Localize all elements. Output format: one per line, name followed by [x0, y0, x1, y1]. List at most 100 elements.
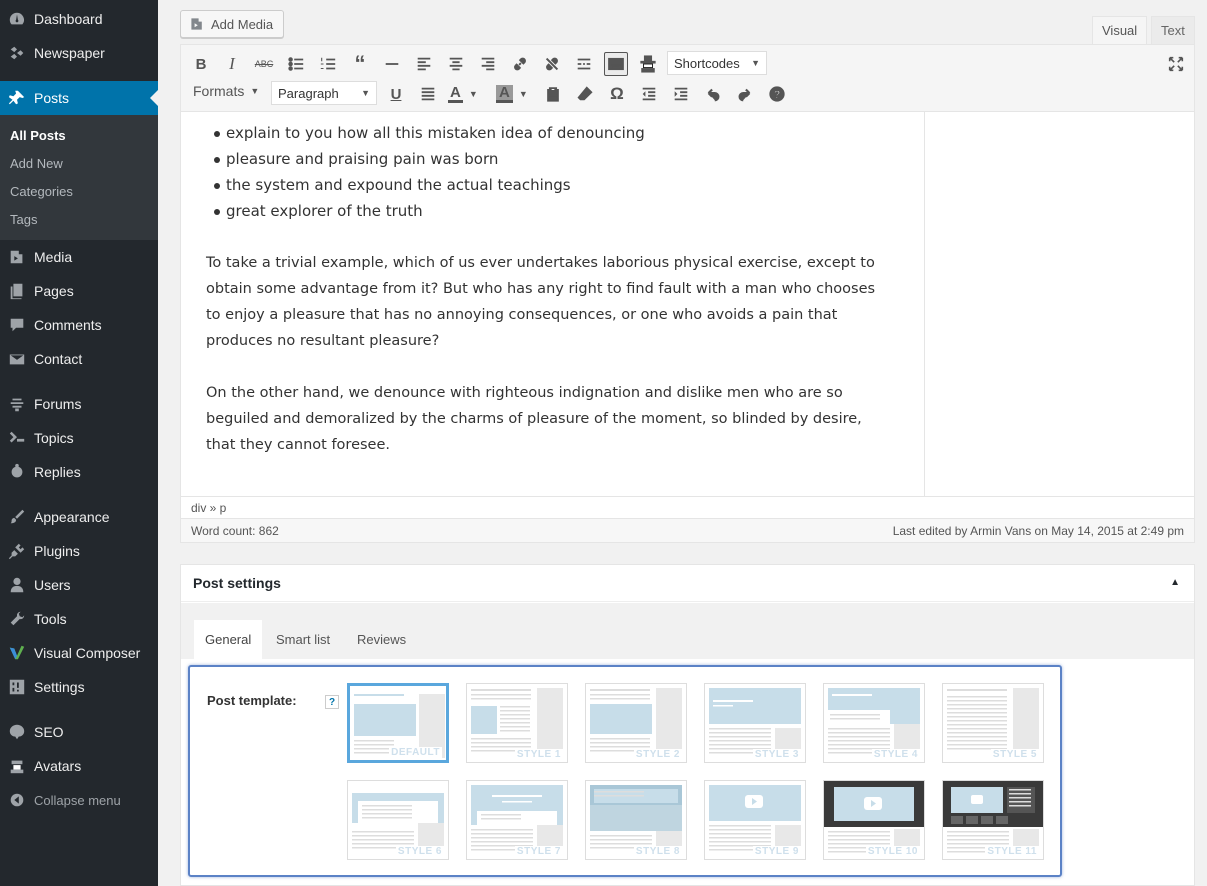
template-option-style-8[interactable]: STYLE 8 — [585, 780, 687, 860]
help-icon[interactable]: ? — [765, 82, 789, 106]
tab-reviews[interactable]: Reviews — [346, 620, 417, 659]
menu-plugins[interactable]: Plugins — [0, 534, 158, 568]
menu-users[interactable]: Users — [0, 568, 158, 602]
italic-button[interactable]: I — [220, 52, 244, 76]
menu-visual-composer[interactable]: Visual Composer — [0, 636, 158, 670]
menu-pages[interactable]: Pages — [0, 274, 158, 308]
template-label: STYLE 3 — [752, 749, 801, 760]
menu-label: Users — [34, 577, 71, 593]
tab-visual[interactable]: Visual — [1092, 16, 1148, 44]
template-label: STYLE 2 — [633, 749, 682, 760]
forums-icon — [0, 395, 34, 413]
template-option-style-9[interactable]: STYLE 9 — [704, 780, 806, 860]
menu-label: Contact — [34, 351, 83, 367]
template-option-style-6[interactable]: STYLE 6 — [347, 780, 449, 860]
template-option-default[interactable]: DEFAULT — [347, 683, 449, 763]
pages-icon — [0, 282, 34, 300]
menu-label: Settings — [34, 679, 85, 695]
menu-topics[interactable]: Topics — [0, 421, 158, 455]
post-settings-title: Post settings — [193, 575, 281, 591]
toolbar-toggle-button[interactable] — [604, 52, 628, 76]
menu-label: Plugins — [34, 543, 80, 559]
blockquote-button[interactable]: “ — [348, 51, 372, 76]
menu-settings[interactable]: Settings — [0, 670, 158, 704]
text-color-button[interactable]: A ▼ — [448, 82, 484, 106]
text-line: produces no resultant pleasure? — [206, 333, 440, 349]
editor-status-bar: Word count: 862 Last edited by Armin Van… — [180, 519, 1195, 543]
underline-button[interactable]: U — [384, 82, 408, 106]
undo-button[interactable] — [701, 82, 725, 106]
text-line: On the other hand, we denounce with righ… — [206, 385, 843, 401]
template-option-style-2[interactable]: STYLE 2 — [585, 683, 687, 763]
align-left-button[interactable] — [412, 52, 436, 76]
tab-text[interactable]: Text — [1151, 16, 1195, 44]
template-option-style-10[interactable]: STYLE 10 — [823, 780, 925, 860]
menu-media[interactable]: Media — [0, 240, 158, 274]
template-option-style-7[interactable]: STYLE 7 — [466, 780, 568, 860]
shortcodes-dropdown[interactable]: Shortcodes ▼ — [667, 51, 767, 75]
menu-forums[interactable]: Forums — [0, 387, 158, 421]
bullet-list-button[interactable] — [284, 52, 308, 76]
formats-menu-button[interactable]: Formats ▼ — [193, 83, 259, 99]
bold-button[interactable]: B — [189, 52, 213, 76]
read-more-button[interactable] — [572, 52, 596, 76]
tab-general[interactable]: General — [194, 620, 263, 659]
list-item: the system and expound the actual teachi… — [214, 172, 645, 198]
menu-label: Tools — [34, 611, 67, 627]
menu-label: Newspaper — [34, 45, 105, 61]
posts-submenu: All Posts Add New Categories Tags — [0, 115, 158, 240]
menu-dashboard[interactable]: Dashboard — [0, 2, 158, 36]
menu-appearance[interactable]: Appearance — [0, 500, 158, 534]
add-media-button[interactable]: Add Media — [180, 10, 285, 38]
template-label: DEFAULT — [389, 747, 442, 758]
menu-comments[interactable]: Comments — [0, 308, 158, 342]
help-icon[interactable]: ? — [325, 695, 339, 709]
special-character-button[interactable]: Ω — [605, 82, 629, 106]
settings-tabs: General Smart list Reviews — [181, 603, 1194, 659]
post-settings-header[interactable]: Post settings ▲ — [181, 565, 1194, 602]
menu-newspaper[interactable]: Newspaper — [0, 36, 158, 70]
template-option-style-4[interactable]: STYLE 4 — [823, 683, 925, 763]
submenu-all-posts[interactable]: All Posts — [10, 128, 66, 143]
align-center-button[interactable] — [444, 52, 468, 76]
background-color-button[interactable]: A ▼ — [496, 82, 532, 106]
paragraph-dropdown[interactable]: Paragraph ▼ — [271, 81, 377, 105]
list-item: pleasure and praising pain was born — [214, 146, 645, 172]
paragraph-1: To take a trivial example, which of us e… — [206, 250, 906, 354]
numbered-list-button[interactable] — [316, 52, 340, 76]
indent-button[interactable] — [669, 82, 693, 106]
template-option-style-1[interactable]: STYLE 1 — [466, 683, 568, 763]
template-option-style-3[interactable]: STYLE 3 — [704, 683, 806, 763]
collapse-menu-button[interactable]: Collapse menu — [0, 783, 158, 817]
menu-replies[interactable]: Replies — [0, 455, 158, 489]
clear-formatting-button[interactable] — [573, 82, 597, 106]
editor-content[interactable]: explain to you how all this mistaken ide… — [180, 112, 1195, 496]
template-option-style-5[interactable]: STYLE 5 — [942, 683, 1044, 763]
remove-link-button[interactable] — [540, 52, 564, 76]
strikethrough-button[interactable]: ABC — [252, 52, 276, 76]
template-option-style-11[interactable]: STYLE 11 — [942, 780, 1044, 860]
align-right-button[interactable] — [476, 52, 500, 76]
submenu-categories[interactable]: Categories — [10, 184, 73, 199]
menu-tools[interactable]: Tools — [0, 602, 158, 636]
outdent-button[interactable] — [637, 82, 661, 106]
insert-link-button[interactable] — [508, 52, 532, 76]
submenu-tags[interactable]: Tags — [10, 212, 37, 227]
tab-smart-list[interactable]: Smart list — [265, 620, 341, 659]
spy-shortcode-icon[interactable] — [636, 52, 660, 76]
submenu-add-new[interactable]: Add New — [10, 156, 63, 171]
caret-down-icon: ▼ — [250, 86, 260, 96]
redo-button[interactable] — [733, 82, 757, 106]
newspaper-icon — [0, 44, 34, 62]
horizontal-line-button[interactable] — [380, 52, 404, 76]
paste-text-button[interactable] — [541, 82, 565, 106]
menu-posts[interactable]: Posts — [0, 81, 158, 115]
justify-button[interactable] — [416, 82, 440, 106]
menu-seo[interactable]: SEO — [0, 715, 158, 749]
menu-avatars[interactable]: Avatars — [0, 749, 158, 783]
template-label: STYLE 5 — [990, 749, 1039, 760]
menu-contact[interactable]: Contact — [0, 342, 158, 376]
topics-icon — [0, 429, 34, 447]
fullscreen-button[interactable] — [1164, 52, 1188, 76]
collapse-arrow-icon[interactable]: ▲ — [1170, 577, 1180, 588]
